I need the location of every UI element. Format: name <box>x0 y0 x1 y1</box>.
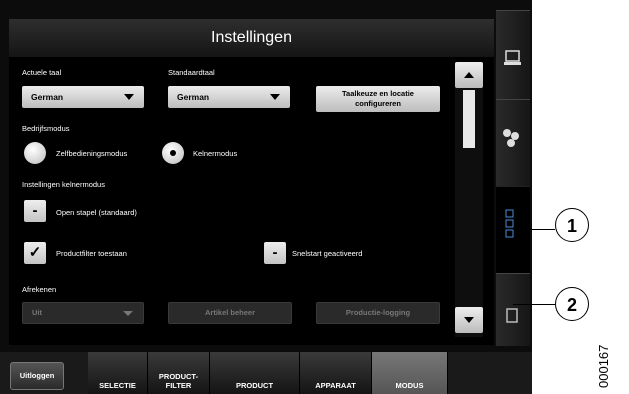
scroll-up-button[interactable] <box>455 62 483 88</box>
monitor-icon <box>504 50 521 65</box>
radio-selected-dot <box>170 150 176 156</box>
checkout-value: Uit <box>32 308 42 317</box>
side-tab-display[interactable] <box>496 10 530 99</box>
chevron-down-icon <box>270 94 280 100</box>
default-language-select[interactable]: German <box>168 86 290 108</box>
article-management-button[interactable]: Artikel beheer <box>168 302 292 324</box>
production-logging-button[interactable]: Productie-logging <box>316 302 440 324</box>
waiter-settings-label: Instellingen kelnermodus <box>22 180 105 189</box>
arrow-up-icon <box>464 72 474 78</box>
product-filter-label: Productfilter toestaan <box>56 249 127 258</box>
tab-product[interactable]: PRODUCT <box>210 352 300 394</box>
checkout-label: Afrekenen <box>22 285 57 294</box>
callout-2: 2 <box>555 287 589 321</box>
page-title: Instellingen <box>9 19 494 57</box>
open-stack-label: Open stapel (standaard) <box>56 208 137 217</box>
configure-language-button[interactable]: Taalkeuze en locatie configureren <box>316 86 440 112</box>
chevron-down-icon <box>124 94 134 100</box>
quickstart-label: Snelstart geactiveerd <box>292 249 363 258</box>
scroll-down-button[interactable] <box>455 307 483 333</box>
checkout-select[interactable]: Uit <box>22 302 144 324</box>
default-language-label: Standaardtaal <box>168 68 215 77</box>
chevron-down-icon <box>123 311 133 316</box>
callout-line-1 <box>513 229 555 230</box>
scrollbar[interactable] <box>455 62 483 337</box>
logout-button[interactable]: Uitloggen <box>10 362 64 390</box>
product-filter-checkbox[interactable]: ✓ <box>24 242 46 264</box>
self-service-label: Zelfbedieningsmodus <box>56 149 128 158</box>
figure-code: 000167 <box>596 344 611 388</box>
self-service-radio[interactable] <box>24 142 46 164</box>
default-language-value: German <box>177 92 210 102</box>
waiter-mode-radio[interactable] <box>162 142 184 164</box>
checklist-icon <box>505 209 514 238</box>
quickstart-toggle[interactable]: - <box>264 242 286 264</box>
arrow-down-icon <box>464 317 474 323</box>
current-language-value: German <box>31 92 64 102</box>
callout-1: 1 <box>555 208 589 242</box>
current-language-select[interactable]: German <box>22 86 144 108</box>
users-icon <box>503 129 519 147</box>
side-tab-users[interactable] <box>496 99 530 186</box>
document-icon <box>506 308 518 323</box>
business-mode-label: Bedrijfsmodus <box>22 124 70 133</box>
tab-productfilter[interactable]: PRODUCT- FILTER <box>148 352 210 394</box>
current-language-label: Actuele taal <box>22 68 62 77</box>
open-stack-toggle[interactable]: - <box>24 200 46 222</box>
side-tab-document[interactable] <box>496 273 530 346</box>
callout-line-2 <box>513 304 555 305</box>
tab-modus[interactable]: MODUS <box>372 352 448 394</box>
tab-selectie[interactable]: SELECTIE <box>88 352 148 394</box>
waiter-mode-label: Kelnermodus <box>193 149 238 158</box>
scroll-thumb[interactable] <box>463 90 475 148</box>
tab-apparaat[interactable]: APPARAAT <box>300 352 372 394</box>
